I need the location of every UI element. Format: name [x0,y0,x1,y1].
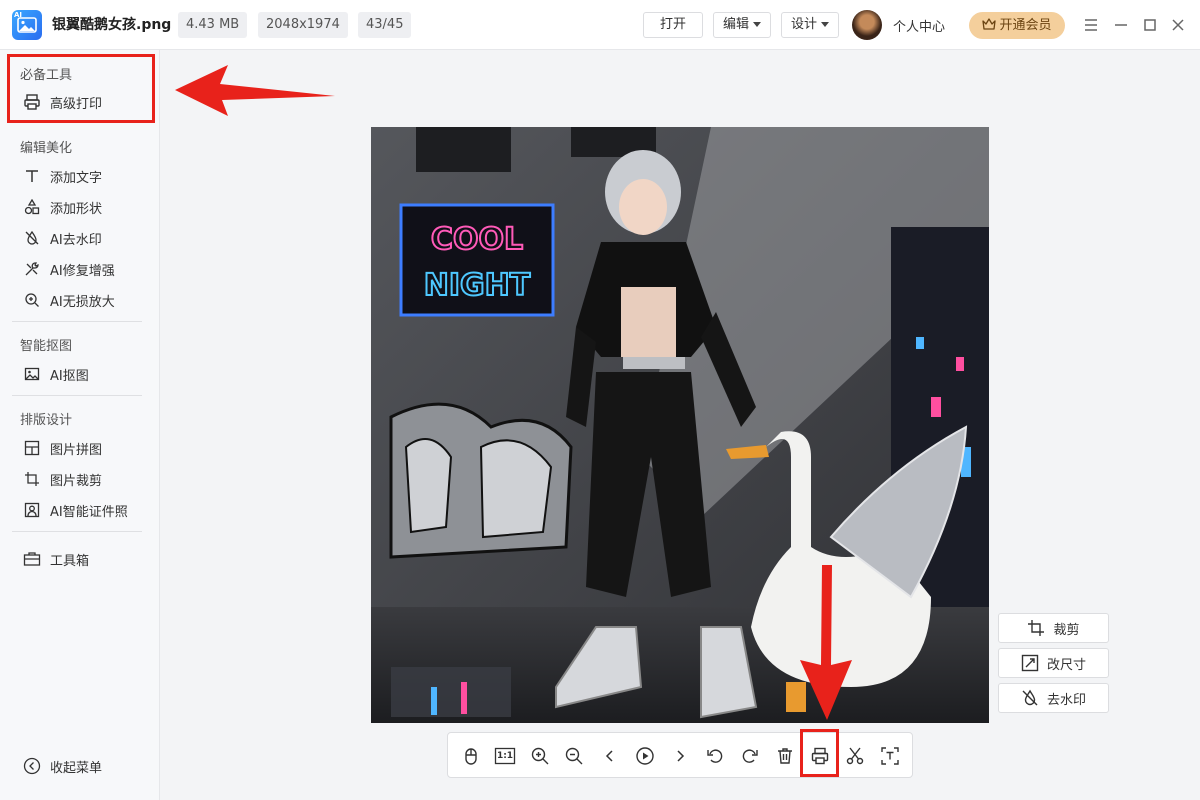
main-image: COOL NIGHT [371,127,989,723]
rotate-left-icon[interactable] [704,745,726,767]
play-icon[interactable] [634,745,656,767]
annotation-arrow-left [175,65,335,116]
highlight-box [7,54,155,123]
minimize-icon[interactable] [1110,14,1132,36]
sidebar-item-crop[interactable]: 图片裁剪 [22,467,102,491]
tools-icon [22,259,42,279]
neon-sign-line2: NIGHT [424,268,531,303]
sidebar-item-ai-watermark[interactable]: AI去水印 [22,226,102,250]
neon-sign-line1: COOL [431,222,523,257]
page-index-badge: 43/45 [358,12,412,38]
grid-icon [22,438,42,458]
sidebar-item-label: 添加文字 [50,170,103,186]
edit-label: 编辑 [722,17,749,32]
resize-label: 改尺寸 [1046,657,1086,673]
chevron-down-icon [821,22,829,27]
sidebar-item-label: AI修复增强 [50,263,115,279]
shapes-icon [22,197,42,217]
actual-size-button[interactable]: 1:1 [494,745,516,767]
crown-icon [982,18,997,30]
delete-icon[interactable] [774,745,796,767]
sidebar: 必备工具 高级打印 编辑美化 添加文字 添加形状 AI去水印 AI修复增强 AI… [0,50,160,800]
maximize-icon[interactable] [1139,14,1161,36]
sidebar-item-ai-upscale[interactable]: AI无损放大 [22,288,115,312]
chevron-left-circle-icon [22,756,42,776]
close-icon[interactable] [1167,14,1189,36]
sidebar-item-label: 图片拼图 [50,442,103,458]
vip-button[interactable]: 开通会员 [969,12,1065,39]
sidebar-item-ai-cutout[interactable]: AI抠图 [22,362,89,386]
bottom-toolbar: 1:1 [447,732,913,778]
section-title-layout: 排版设计 [20,413,73,428]
crop-icon [22,469,42,489]
collapse-menu-button[interactable]: 收起菜单 [22,754,102,778]
sidebar-item-label: 图片裁剪 [50,473,103,489]
sidebar-item-label: AI抠图 [50,368,89,384]
sidebar-item-id-photo[interactable]: AI智能证件照 [22,498,128,522]
actual-size-label: 1:1 [496,751,514,761]
remove-watermark-button[interactable]: 去水印 [998,683,1109,713]
file-size-badge: 4.43 MB [178,12,248,38]
sidebar-item-label: AI智能证件照 [50,504,128,520]
file-name: 银翼酷鹅女孩.png [52,17,172,33]
annotation-arrow-down [800,565,852,720]
resolution-badge: 2048x1974 [258,12,348,38]
edit-menu-button[interactable]: 编辑 [713,12,771,38]
app-logo: AI [12,10,42,40]
design-menu-button[interactable]: 设计 [781,12,839,38]
user-center-link[interactable]: 个人中心 [893,16,945,35]
open-label: 打开 [659,17,686,32]
sidebar-item-label: 工具箱 [50,553,90,569]
crop-icon [1027,619,1045,637]
divider [12,531,142,532]
toolbox-icon [22,549,42,569]
image-icon [22,364,42,384]
chevron-down-icon [753,22,761,27]
section-title-cutout: 智能抠图 [20,339,73,354]
text-recognize-icon[interactable] [879,745,901,767]
sidebar-item-collage[interactable]: 图片拼图 [22,436,102,460]
prev-icon[interactable] [599,745,621,767]
zoom-out-icon[interactable] [563,745,585,767]
remove-watermark-label: 去水印 [1046,692,1086,708]
avatar[interactable] [852,10,882,40]
section-title-edit: 编辑美化 [20,141,73,156]
crop-button[interactable]: 裁剪 [998,613,1109,643]
sidebar-item-toolbox[interactable]: 工具箱 [22,547,89,571]
menu-icon[interactable] [1080,14,1102,36]
sidebar-item-ai-repair[interactable]: AI修复增强 [22,257,115,281]
divider [12,395,142,396]
print-highlight-box [800,729,839,777]
text-icon [22,166,42,186]
picture-icon [17,17,37,33]
zoom-plus-icon [22,290,42,310]
resize-icon [1021,654,1039,672]
pan-icon[interactable] [460,745,482,767]
cut-icon[interactable] [844,745,866,767]
crop-label: 裁剪 [1053,622,1080,638]
sidebar-item-add-shape[interactable]: 添加形状 [22,195,102,219]
design-label: 设计 [790,17,817,32]
vip-label: 开通会员 [999,18,1052,33]
title-bar: AI 银翼酷鹅女孩.png 4.43 MB 2048x1974 43/45 打开… [0,0,1200,50]
rotate-right-icon[interactable] [739,745,761,767]
next-icon[interactable] [669,745,691,767]
collapse-menu-label: 收起菜单 [50,760,103,776]
id-photo-icon [22,500,42,520]
drop-slash-icon [1021,689,1039,707]
drop-slash-icon [22,228,42,248]
zoom-in-icon[interactable] [529,745,551,767]
sidebar-item-label: AI去水印 [50,232,102,248]
sidebar-item-label: 添加形状 [50,201,103,217]
resize-button[interactable]: 改尺寸 [998,648,1109,678]
open-button[interactable]: 打开 [643,12,703,38]
divider [12,321,142,322]
image-content: COOL NIGHT [371,127,989,723]
sidebar-item-add-text[interactable]: 添加文字 [22,164,102,188]
sidebar-item-label: AI无损放大 [50,294,115,310]
